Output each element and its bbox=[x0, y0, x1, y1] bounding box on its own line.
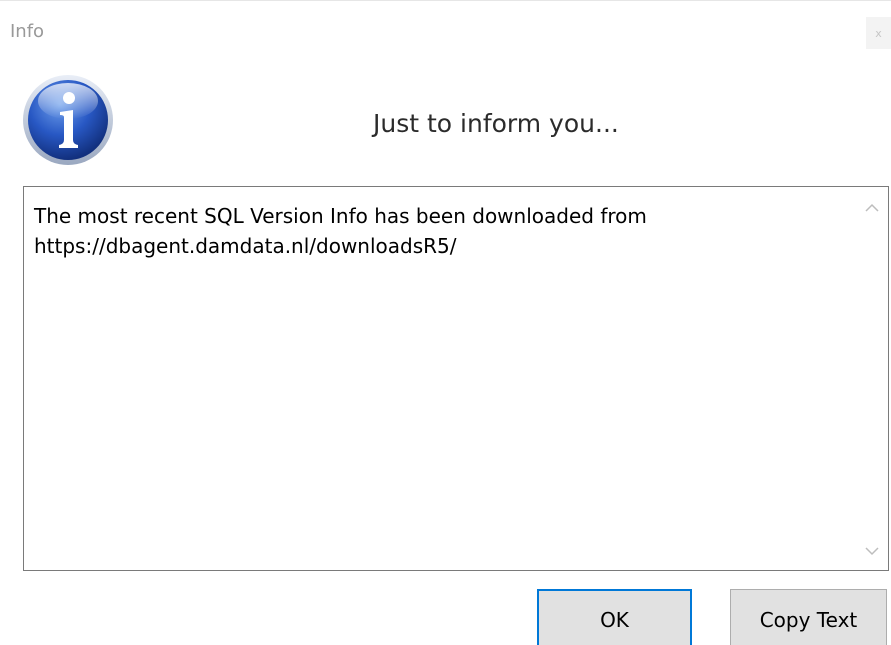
copy-text-button[interactable]: Copy Text bbox=[730, 589, 887, 645]
dialog-heading: Just to inform you... bbox=[373, 109, 619, 138]
message-text: The most recent SQL Version Info has bee… bbox=[34, 204, 647, 258]
chevron-down-icon[interactable] bbox=[860, 541, 884, 561]
dialog-title: Info bbox=[10, 21, 45, 42]
info-icon bbox=[23, 75, 113, 165]
chevron-up-icon[interactable] bbox=[860, 197, 884, 217]
info-dialog: Info x Just to inform you... The most re bbox=[0, 0, 891, 645]
ok-button[interactable]: OK bbox=[537, 589, 692, 645]
close-button[interactable]: x bbox=[866, 17, 891, 49]
message-textarea[interactable]: The most recent SQL Version Info has bee… bbox=[23, 186, 889, 571]
